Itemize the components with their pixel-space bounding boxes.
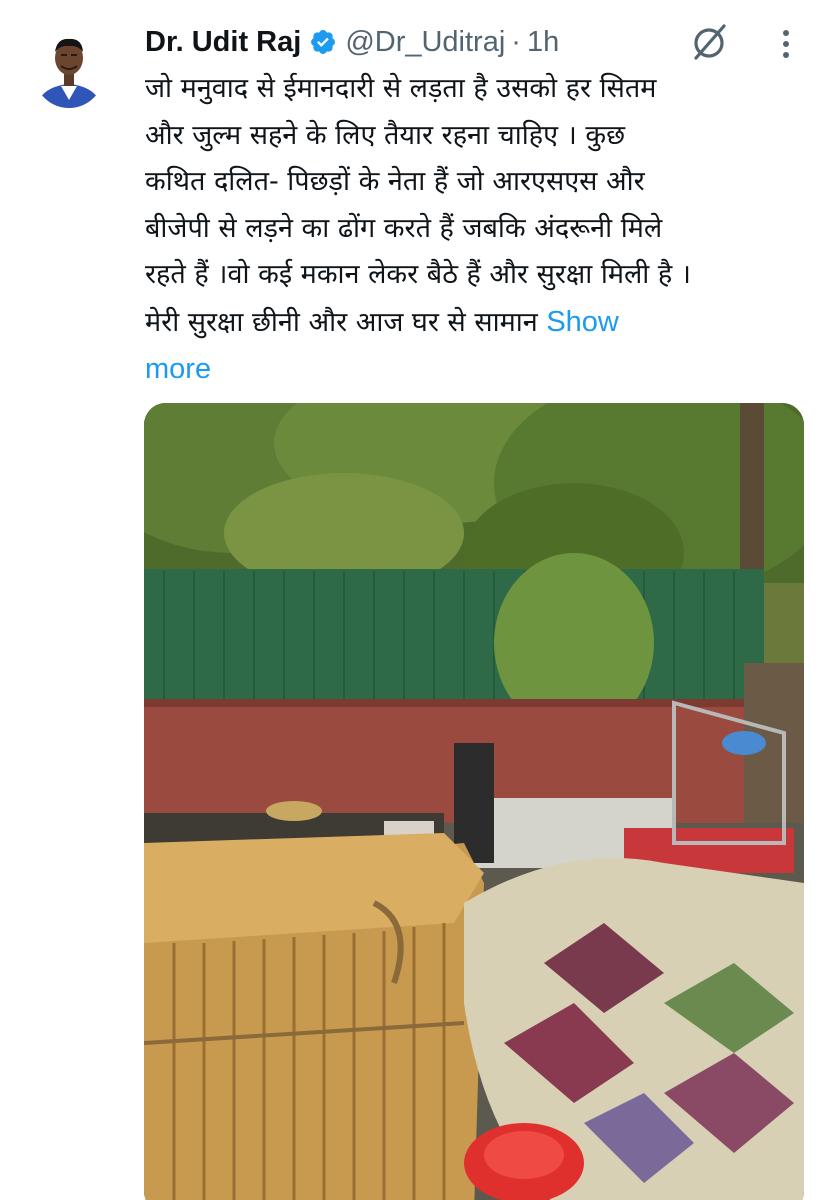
author-avatar[interactable] [34,26,104,120]
tweet-timestamp[interactable]: 1h [527,26,559,59]
tweet-card[interactable]: Dr. Udit Raj @Dr_Uditraj · 1h जो मनुवाद … [0,0,832,1200]
more-options-icon[interactable] [776,24,796,64]
tweet-text-line: रहते हैं ।वो कई मकान लेकर बैठे हैं और सु… [145,259,692,290]
tweet-text-line: कथित दलित- पिछड़ों के नेता हैं जो आरएसएस… [145,166,645,197]
verified-badge-icon[interactable] [309,28,337,56]
tweet-text-line: जो मनुवाद से ईमानदारी से लड़ता है उसको ह… [145,73,657,104]
show-more-link-continued[interactable]: more [145,346,805,393]
grok-icon[interactable] [690,22,730,62]
show-more-link[interactable]: Show [546,306,619,338]
avatar-image [34,38,104,108]
tweet-header: Dr. Udit Raj @Dr_Uditraj · 1h [145,22,559,62]
tweet-text-line: और जुल्म सहने के लिए तैयार रहना चाहिए । … [145,119,626,151]
tweet-text-line: मेरी सुरक्षा छीनी और आज घर से सामान [145,306,547,338]
tweet-text-line: बीजेपी से लड़ने का ढोंग करते हैं जबकि अं… [145,212,663,244]
tweet-text: जो मनुवाद से ईमानदारी से लड़ता है उसको ह… [145,66,805,393]
author-handle[interactable]: @Dr_Uditraj [345,26,505,59]
separator-dot: · [511,25,521,58]
photo-image [144,403,804,1200]
tweet-text-line-last: मेरी सुरक्षा छीनी और आज घर से सामान Show [145,299,805,347]
author-display-name[interactable]: Dr. Udit Raj [145,26,301,59]
tweet-photo[interactable] [144,403,804,1200]
